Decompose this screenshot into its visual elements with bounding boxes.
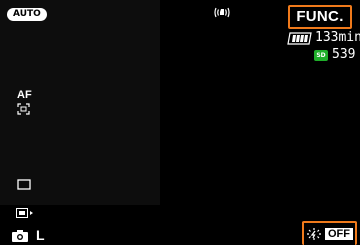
quality-label: L (36, 227, 45, 243)
quality-setting[interactable]: L (12, 228, 45, 242)
flash-button[interactable]: OFF (302, 221, 357, 245)
camera-live-view: AUTO FUNC. 133min SD 539 AF L OFF (0, 0, 360, 245)
battery-icon (287, 31, 312, 45)
battery-status: 133min (287, 30, 360, 46)
drive-mode-icon (16, 208, 33, 218)
rectangle-icon (17, 179, 31, 190)
af-label: AF (17, 89, 32, 101)
auto-mode-badge: AUTO (7, 8, 47, 21)
func-button[interactable]: FUNC. (288, 5, 352, 29)
storage-status: SD 539 (314, 47, 355, 63)
flash-state: OFF (325, 228, 353, 240)
af-frame-icon (17, 103, 30, 115)
hand-shake-icon (214, 7, 230, 18)
camera-icon (12, 229, 28, 242)
flash-icon (307, 228, 321, 240)
shots-remaining: 539 (332, 47, 356, 62)
remaining-time: 133min (315, 30, 360, 45)
sd-card-icon: SD (314, 49, 328, 61)
